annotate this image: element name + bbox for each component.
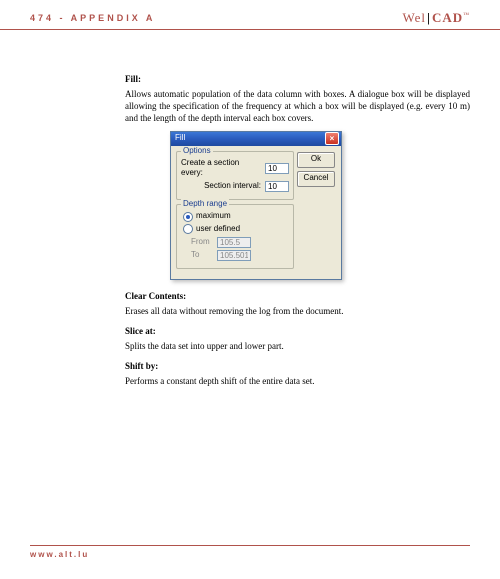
- brand-wel: Wel: [402, 10, 426, 25]
- create-section-input[interactable]: [265, 163, 289, 174]
- radio-maximum[interactable]: [183, 212, 193, 222]
- shift-by-description: Performs a constant depth shift of the e…: [125, 375, 470, 387]
- shift-by-heading: Shift by:: [125, 360, 470, 372]
- dialog-titlebar: Fill ×: [171, 132, 341, 146]
- from-input: [217, 237, 251, 248]
- cancel-button[interactable]: Cancel: [297, 171, 335, 187]
- brand-logo: Wel|CAD™: [402, 10, 470, 26]
- footer-url: www.alt.lu: [30, 545, 470, 559]
- options-legend: Options: [181, 146, 213, 157]
- ok-button[interactable]: Ok: [297, 152, 335, 168]
- slice-at-heading: Slice at:: [125, 325, 470, 337]
- depth-range-legend: Depth range: [181, 199, 229, 210]
- radio-user-defined[interactable]: [183, 224, 193, 234]
- radio-maximum-label: maximum: [196, 211, 231, 222]
- fill-heading: Fill:: [125, 73, 470, 85]
- fill-dialog: Fill × Ok Cancel Options Create a sectio…: [170, 131, 342, 280]
- page-number-appendix: 474 - APPENDIX A: [30, 13, 155, 23]
- dialog-title-text: Fill: [175, 133, 185, 144]
- brand-tm: ™: [463, 13, 470, 19]
- slice-at-description: Splits the data set into upper and lower…: [125, 340, 470, 352]
- to-label: To: [191, 250, 213, 261]
- fill-description: Allows automatic population of the data …: [125, 88, 470, 124]
- main-content: Fill: Allows automatic population of the…: [0, 30, 500, 388]
- radio-user-defined-label: user defined: [196, 224, 240, 235]
- close-icon[interactable]: ×: [325, 132, 339, 145]
- brand-cad: CAD: [432, 10, 463, 25]
- section-interval-input[interactable]: [265, 181, 289, 192]
- to-input: [217, 250, 251, 261]
- section-interval-label: Section interval:: [204, 181, 261, 192]
- from-label: From: [191, 237, 213, 248]
- clear-contents-description: Erases all data without removing the log…: [125, 305, 470, 317]
- clear-contents-heading: Clear Contents:: [125, 290, 470, 302]
- create-section-label: Create a section every:: [181, 158, 261, 180]
